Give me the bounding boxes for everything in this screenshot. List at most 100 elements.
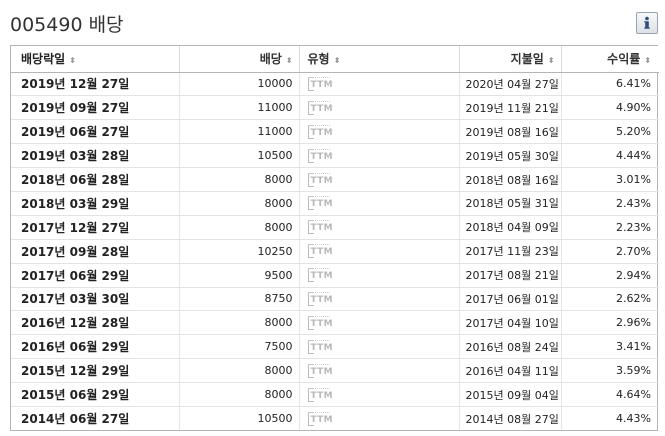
pay-date-cell: 2014년 08월 27일 [459, 406, 562, 431]
pay-date-cell: 2017년 04월 10일 [459, 310, 562, 336]
column-header-label: 배당락일 [21, 52, 66, 67]
ttm-badge-text: TTM [310, 199, 333, 210]
pay-date-cell: 2017년 08월 21일 [459, 263, 562, 288]
yield-cell: 3.59% [561, 358, 659, 384]
sort-icon: ⬍ [547, 56, 555, 66]
amount-cell: 10500 [179, 143, 300, 169]
table-row: 2017년 06월 29일 9500 TTM 2017년 08월 21일 2.94% [11, 263, 659, 288]
ttm-badge-text: TTM [310, 127, 333, 138]
ttm-badge-icon: TTM [307, 387, 338, 402]
ex-date-cell: 2016년 12월 28일 [11, 310, 180, 336]
sort-icon: ⬍ [69, 56, 76, 66]
sort-icon: ⬍ [333, 56, 341, 66]
amount-cell: 9500 [179, 263, 300, 288]
table-body: 2019년 12월 27일 10000 TTM 2020년 04월 27일 6.41% 2… [11, 72, 659, 431]
column-header-ex-date[interactable]: 배당락일 ⬍ [11, 46, 180, 73]
ttm-badge-icon: TTM [307, 411, 338, 426]
ttm-badge-text: TTM [310, 151, 333, 162]
type-cell: TTM [299, 239, 460, 264]
table-row: 2017년 12월 27일 8000 TTM 2018년 04월 09일 2.23% [11, 215, 659, 240]
yield-cell: 4.64% [561, 382, 659, 407]
table-row: 2014년 06월 27일 10500 TTM 2014년 08월 27일 4.43% [11, 406, 659, 431]
column-header-type[interactable]: 유형 ⬍ [299, 46, 460, 73]
table-row: 2019년 09월 27일 11000 TTM 2019년 11월 21일 4.90% [11, 95, 659, 121]
type-cell: TTM [299, 406, 460, 431]
table-row: 2018년 06월 28일 8000 TTM 2018년 08월 16일 3.01% [11, 167, 659, 192]
type-cell: TTM [299, 334, 460, 360]
ttm-badge-icon: TTM [307, 291, 338, 306]
amount-cell: 10000 [179, 72, 300, 97]
amount-cell: 8000 [179, 382, 300, 407]
ttm-badge-text: TTM [310, 175, 333, 186]
ex-date-cell: 2017년 03월 30일 [11, 287, 180, 312]
ttm-badge-icon: TTM [307, 172, 338, 187]
amount-cell: 8000 [179, 358, 300, 384]
ttm-badge-icon: TTM [307, 124, 338, 139]
table-header-row: 배당락일 ⬍ 배당 ⬍ 유형 ⬍ 지불일 ⬍ 수익률 ⬍ [11, 46, 659, 73]
ex-date-cell: 2019년 03월 28일 [11, 143, 180, 169]
sort-icon: ⬍ [644, 56, 651, 66]
table-row: 2019년 03월 28일 10500 TTM 2019년 05월 30일 4.44% [11, 143, 659, 169]
amount-cell: 8000 [179, 215, 300, 240]
info-button[interactable] [636, 12, 658, 34]
ttm-badge-icon: TTM [307, 76, 338, 91]
ttm-badge-icon: TTM [307, 100, 338, 115]
ttm-badge-icon: TTM [307, 268, 338, 283]
pay-date-cell: 2018년 04월 09일 [459, 215, 562, 240]
type-cell: TTM [299, 358, 460, 384]
ttm-badge-text: TTM [310, 223, 333, 234]
ex-date-cell: 2016년 06월 29일 [11, 334, 180, 360]
yield-cell: 3.41% [561, 334, 659, 360]
pay-date-cell: 2017년 11월 23일 [459, 239, 562, 264]
table-row: 2019년 12월 27일 10000 TTM 2020년 04월 27일 6.41% [11, 72, 659, 97]
ttm-badge-icon: TTM [307, 196, 338, 211]
table-row: 2015년 12월 29일 8000 TTM 2016년 04월 11일 3.59% [11, 358, 659, 384]
type-cell: TTM [299, 167, 460, 192]
ttm-badge-text: TTM [310, 390, 333, 401]
yield-cell: 4.44% [561, 143, 659, 169]
pay-date-cell: 2019년 11월 21일 [459, 95, 562, 121]
type-cell: TTM [299, 215, 460, 240]
column-header-pay-date[interactable]: 지불일 ⬍ [459, 46, 562, 73]
column-header-yield[interactable]: 수익률 ⬍ [561, 46, 659, 73]
table-row: 2016년 06월 29일 7500 TTM 2016년 08월 24일 3.41% [11, 334, 659, 360]
yield-cell: 2.70% [561, 239, 659, 264]
amount-cell: 11000 [179, 119, 300, 145]
pay-date-cell: 2020년 04월 27일 [459, 72, 562, 97]
ex-date-cell: 2019년 12월 27일 [11, 72, 180, 97]
sort-icon: ⬍ [285, 56, 293, 66]
ttm-badge-icon: TTM [307, 315, 338, 330]
yield-cell: 2.43% [561, 191, 659, 216]
ttm-badge-icon: TTM [307, 220, 338, 235]
amount-cell: 10250 [179, 239, 300, 264]
yield-cell: 6.41% [561, 72, 659, 97]
ex-date-cell: 2017년 12월 27일 [11, 215, 180, 240]
table-row: 2017년 03월 30일 8750 TTM 2017년 06월 01일 2.62% [11, 287, 659, 312]
pay-date-cell: 2015년 09월 04일 [459, 382, 562, 407]
column-header-amount[interactable]: 배당 ⬍ [179, 46, 300, 73]
ex-date-cell: 2014년 06월 27일 [11, 406, 180, 431]
type-cell: TTM [299, 191, 460, 216]
amount-cell: 8000 [179, 167, 300, 192]
type-cell: TTM [299, 143, 460, 169]
yield-cell: 2.94% [561, 263, 659, 288]
pay-date-cell: 2018년 08월 16일 [459, 167, 562, 192]
page-title: 005490 배당 [10, 14, 124, 36]
pay-date-cell: 2019년 05월 30일 [459, 143, 562, 169]
column-header-label: 배당 [259, 52, 282, 67]
ex-date-cell: 2019년 06월 27일 [11, 119, 180, 145]
yield-cell: 2.62% [561, 287, 659, 312]
table-row: 2017년 09월 28일 10250 TTM 2017년 11월 23일 2.70% [11, 239, 659, 264]
ttm-badge-text: TTM [310, 318, 333, 329]
amount-cell: 10500 [179, 406, 300, 431]
ex-date-cell: 2017년 09월 28일 [11, 239, 180, 264]
ex-date-cell: 2015년 12월 29일 [11, 358, 180, 384]
amount-cell: 8000 [179, 310, 300, 336]
ex-date-cell: 2018년 03월 29일 [11, 191, 180, 216]
type-cell: TTM [299, 310, 460, 336]
table-row: 2019년 06월 27일 11000 TTM 2019년 08월 16일 5.20% [11, 119, 659, 145]
pay-date-cell: 2018년 05월 31일 [459, 191, 562, 216]
type-cell: TTM [299, 72, 460, 97]
column-header-label: 유형 [307, 52, 330, 67]
amount-cell: 7500 [179, 334, 300, 360]
